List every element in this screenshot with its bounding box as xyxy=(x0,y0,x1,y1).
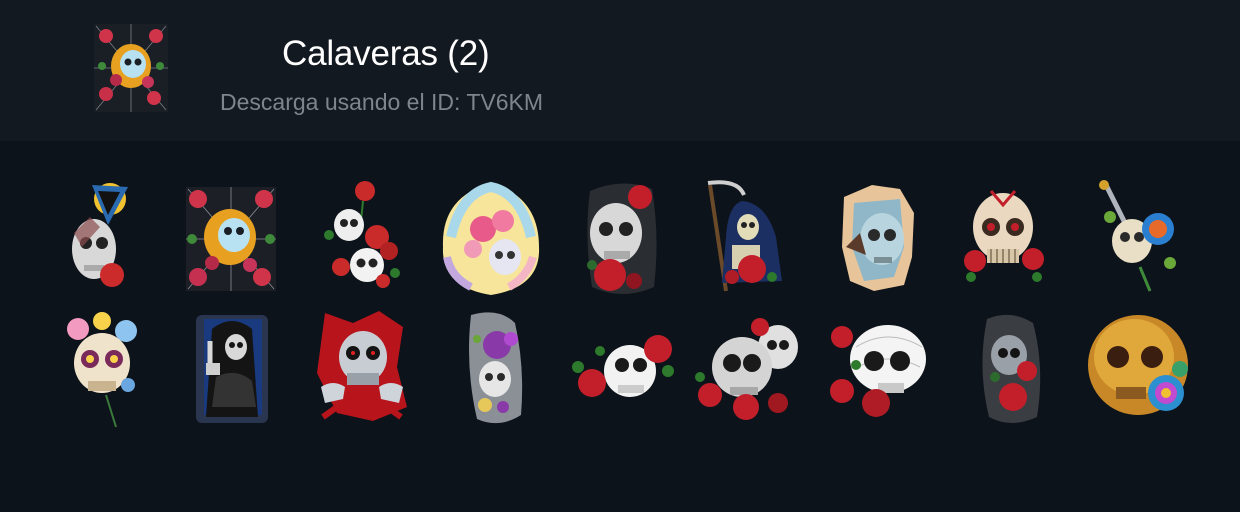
sticker-3[interactable] xyxy=(303,177,421,301)
sticker-14[interactable] xyxy=(564,307,682,431)
skull-torn-paper-icon xyxy=(842,185,914,291)
pack-title: Calaveras (2) xyxy=(282,34,490,73)
skull-flower-crown-icon xyxy=(67,312,137,428)
sticker-1[interactable] xyxy=(40,177,158,301)
skull-dagger-rose-icon xyxy=(1099,180,1176,292)
sticker-4[interactable] xyxy=(431,177,549,301)
sugar-skull-roses-icon xyxy=(964,190,1044,282)
two-skulls-roses-icon xyxy=(324,181,400,288)
skull-rose-web-icon xyxy=(94,24,168,112)
skull-roses-spiderweb-icon xyxy=(186,187,276,291)
sticker-13[interactable] xyxy=(437,307,555,431)
skull-red-roses-icon xyxy=(587,183,657,294)
skull-roses-sideways-icon xyxy=(572,335,674,397)
sticker-8[interactable] xyxy=(945,177,1063,301)
sticker-18[interactable] xyxy=(1080,307,1198,431)
skull-sketch-roses-icon xyxy=(830,325,926,417)
sticker-12[interactable] xyxy=(303,307,421,431)
sticker-10[interactable] xyxy=(44,307,162,431)
skull-ripping-through-icon xyxy=(317,311,407,421)
golden-skull-rainbow-rose-icon xyxy=(1088,315,1188,415)
sticker-9[interactable] xyxy=(1080,177,1198,301)
sticker-6[interactable] xyxy=(686,177,804,301)
sticker-11[interactable] xyxy=(172,307,290,431)
sticker-15[interactable] xyxy=(690,307,808,431)
two-skulls-roses-pile-icon xyxy=(695,318,798,420)
pack-download-id: Descarga usando el ID: TV6KM xyxy=(220,89,544,115)
sticker-5[interactable] xyxy=(564,177,682,301)
pack-header: Calaveras (2) Descarga usando el ID: TV6… xyxy=(0,0,1240,141)
sticker-17[interactable] xyxy=(951,307,1069,431)
sticker-16[interactable] xyxy=(822,307,940,431)
skull-feathers-flowers-icon xyxy=(442,181,540,295)
skull-smoke-roses-icon xyxy=(982,314,1041,423)
grim-reaper-middle-finger-icon xyxy=(196,315,268,423)
sticker-grid xyxy=(0,141,1240,512)
sticker-7[interactable] xyxy=(820,177,938,301)
pack-thumbnail xyxy=(92,22,170,114)
skull-purple-rose-icon xyxy=(469,312,523,424)
sticker-2[interactable] xyxy=(172,177,290,301)
skull-triangle-sunflower-icon xyxy=(72,183,128,287)
grim-reaper-scythe-icon xyxy=(707,180,782,292)
